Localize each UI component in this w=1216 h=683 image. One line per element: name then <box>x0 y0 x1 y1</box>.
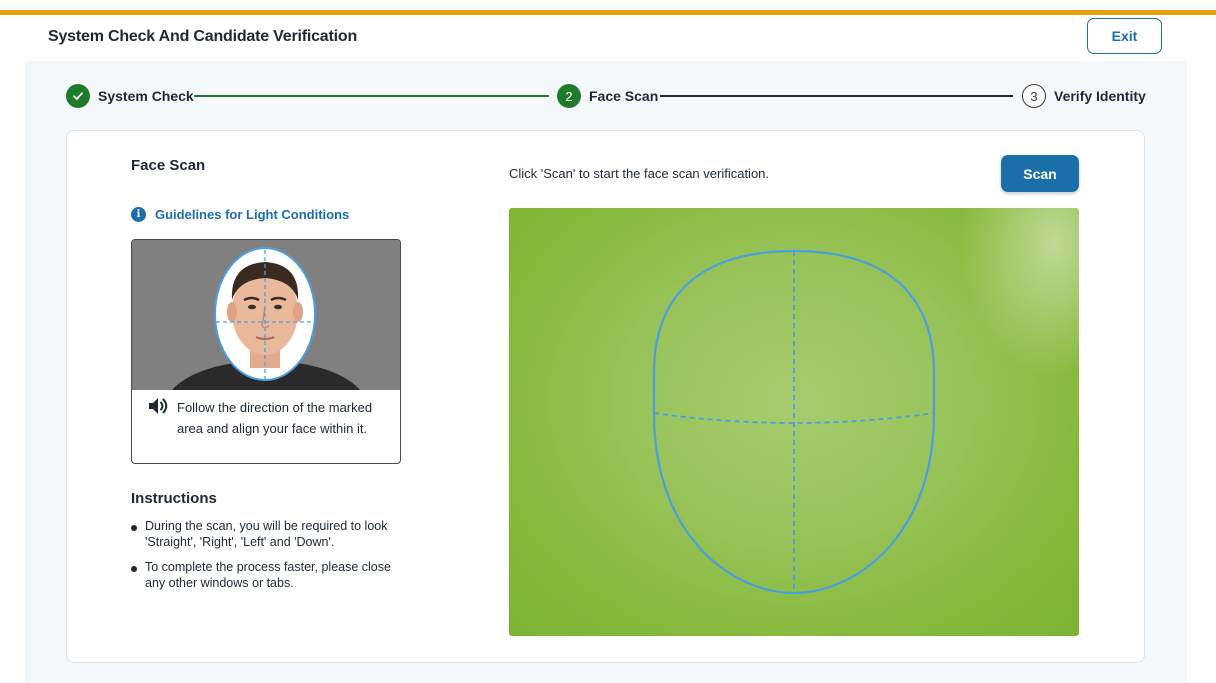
list-item: To complete the process faster, please c… <box>131 559 401 591</box>
face-guide-illustration <box>132 240 400 390</box>
speaker-icon <box>148 396 170 421</box>
page-title: System Check And Candidate Verification <box>48 28 358 45</box>
check-icon <box>66 84 90 108</box>
step-label: Face Scan <box>589 88 659 104</box>
instructions-list: During the scan, you will be required to… <box>131 518 401 600</box>
section-title: Face Scan <box>131 157 206 174</box>
guide-caption: Follow the direction of the marked area … <box>177 400 373 436</box>
guidelines-link-text: Guidelines for Light Conditions <box>155 207 350 222</box>
step-verify-identity[interactable]: 3 Verify Identity <box>1022 84 1146 108</box>
face-alignment-guide <box>652 249 936 595</box>
step-number: 3 <box>1022 84 1046 108</box>
guidelines-link[interactable]: i Guidelines for Light Conditions <box>131 207 349 222</box>
scan-hint-text: Click 'Scan' to start the face scan veri… <box>509 166 770 181</box>
step-face-scan[interactable]: 2 Face Scan <box>557 84 658 108</box>
face-guide-card: Follow the direction of the marked area … <box>131 239 401 464</box>
exit-button[interactable]: Exit <box>1087 18 1162 54</box>
step-label: Verify Identity <box>1054 88 1146 104</box>
step-system-check[interactable]: System Check <box>66 84 194 108</box>
camera-preview <box>509 208 1079 636</box>
instructions-title: Instructions <box>131 490 217 507</box>
info-icon: i <box>131 207 146 222</box>
list-item: During the scan, you will be required to… <box>131 518 401 550</box>
scan-button[interactable]: Scan <box>1001 155 1079 192</box>
step-number: 2 <box>557 84 581 108</box>
header: System Check And Candidate Verification … <box>0 15 1216 61</box>
step-label: System Check <box>98 88 194 104</box>
